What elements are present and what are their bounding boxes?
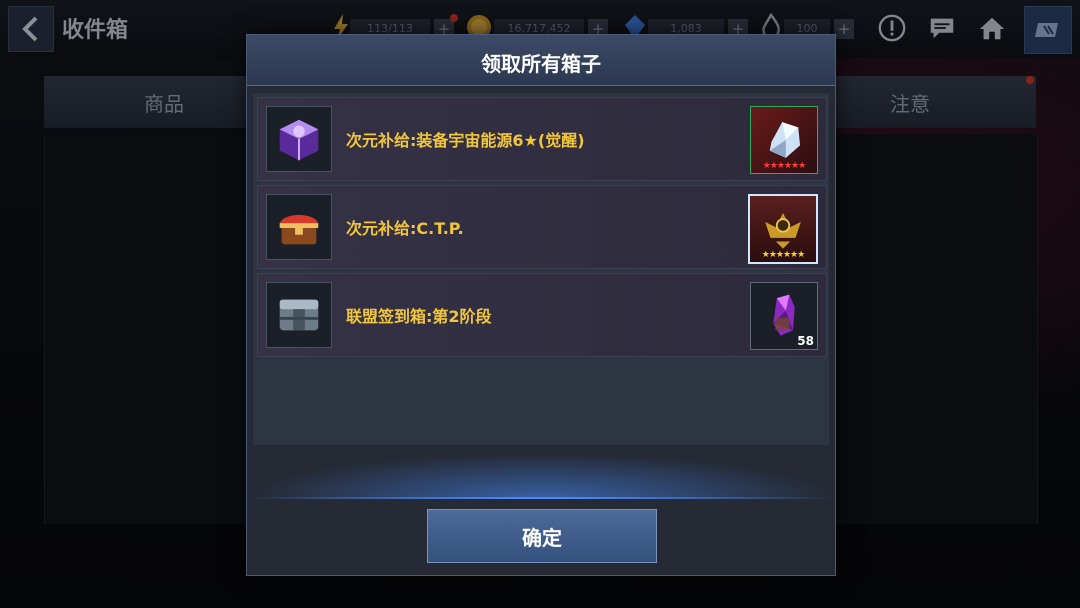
button-area-glow	[247, 453, 835, 499]
glow-divider	[247, 497, 835, 499]
purple-box-icon	[266, 106, 332, 172]
dialog-title: 领取所有箱子	[481, 52, 601, 76]
dialog-header: 领取所有箱子	[247, 35, 835, 86]
reward-purple-gem[interactable]: 58	[750, 282, 818, 350]
list-item: 次元补给:C.T.P. ★★★★★★	[257, 185, 827, 269]
item-list: 次元补给:装备宇宙能源6★(觉醒) ★★★★★★ 次元补给:C.T.P. ★★★…	[253, 93, 829, 445]
crystal-shard-icon	[769, 122, 801, 158]
reward-stars: ★★★★★★	[761, 250, 805, 260]
reward-stars: ★★★★★★	[762, 161, 806, 171]
list-item: 次元补给:装备宇宙能源6★(觉醒) ★★★★★★	[257, 97, 827, 181]
claim-all-dialog: 领取所有箱子 次元补给:装备宇宙能源6★(觉醒) ★★★★★★ 次元补给:C.T…	[246, 34, 836, 576]
list-item: 联盟签到箱:第2阶段 58	[257, 273, 827, 357]
reward-crystal-shard[interactable]: ★★★★★★	[750, 106, 818, 174]
reward-count: 58	[797, 334, 814, 348]
confirm-button[interactable]: 确定	[427, 509, 657, 563]
gold-emblem-icon	[765, 212, 801, 249]
red-chest-icon	[266, 194, 332, 260]
metal-crate-icon	[266, 282, 332, 348]
item-label: 次元补给:装备宇宙能源6★(觉醒)	[346, 131, 585, 150]
item-label: 联盟签到箱:第2阶段	[346, 307, 492, 326]
reward-gold-emblem[interactable]: ★★★★★★	[748, 194, 818, 264]
item-label: 次元补给:C.T.P.	[346, 219, 464, 238]
